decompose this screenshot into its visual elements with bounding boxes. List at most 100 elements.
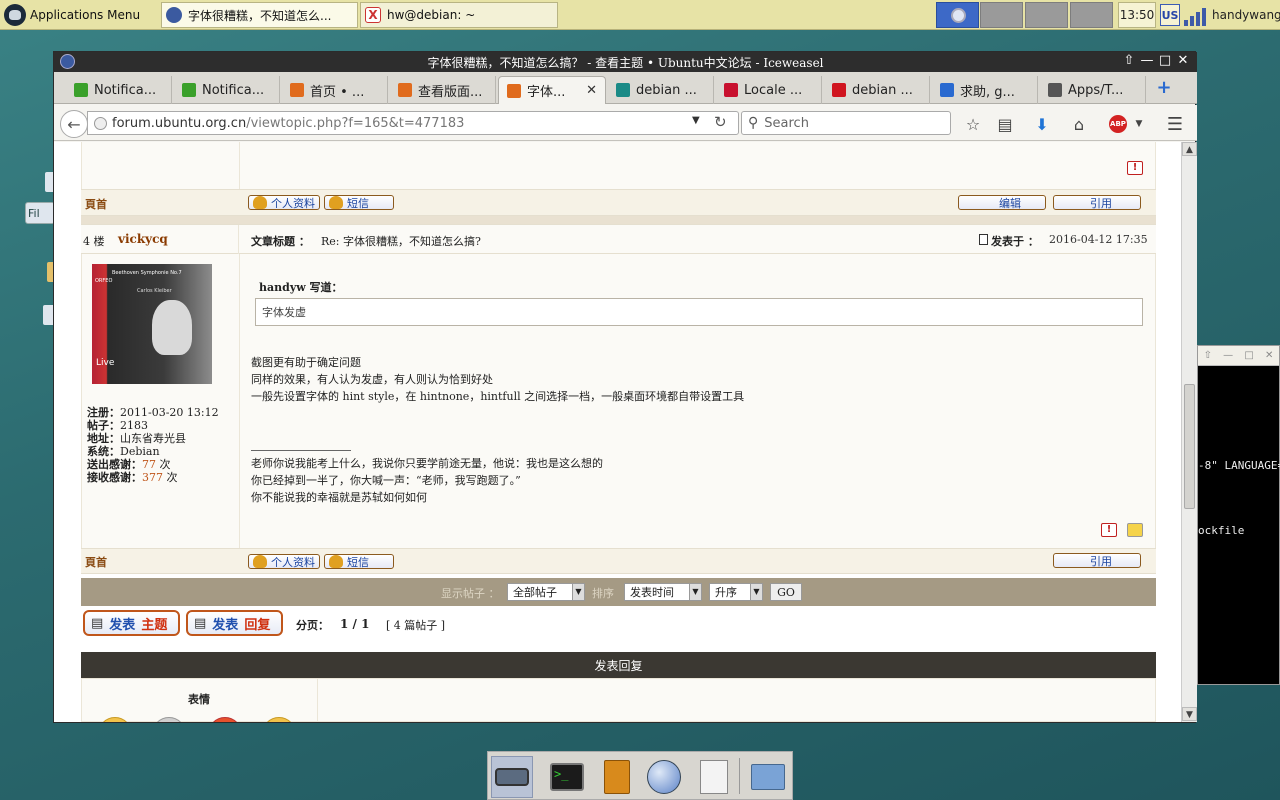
search-field[interactable]: ⚲ Search [741,111,951,135]
network-signal-icon[interactable] [1184,4,1208,26]
edit-button[interactable]: 编辑 [958,195,1046,210]
tab-favicon-icon [398,83,412,97]
user-name[interactable]: handywang [1212,2,1280,28]
reading-list-icon[interactable]: ▤ [994,113,1016,135]
quote-button[interactable]: 引用 [1053,195,1141,210]
profile-button[interactable]: 个人资料 [248,195,320,210]
quote-button[interactable]: 引用 [1053,553,1141,568]
terminal-titlebar[interactable]: ⇧ — □ ✕ [1198,346,1279,366]
show-posts-label: 显示帖子 ： [441,587,500,600]
tab-forum-board[interactable]: 查看版面... [390,76,496,104]
post-footer: 頁首 个人资料 短信 编辑 引用 [81,189,1156,216]
maximize-icon[interactable]: □ [1244,350,1253,361]
post-author[interactable]: vickycq [118,232,168,246]
smiley-icon[interactable] [98,717,132,722]
tab-apps[interactable]: Apps/T... [1040,76,1146,104]
new-tab-button[interactable]: + [1154,78,1174,98]
window-close-icon[interactable]: ✕ [1174,53,1192,68]
post-reply-button[interactable]: ▤ 发表 回复 [186,610,283,636]
desktop-icon-label: Fil [28,207,40,220]
smiley-icon[interactable] [262,717,296,722]
pm-button[interactable]: 短信 [324,195,394,210]
reload-icon[interactable]: ↻ [714,113,727,131]
workspace-4[interactable] [1070,2,1113,28]
terminal-window[interactable]: ⇧ — □ ✕ -8" LANGUAGE= ockfile [1197,345,1280,685]
show-desktop-button[interactable] [491,756,533,798]
message-line: 同样的效果，有人认为发虚，有人则认为恰到好处 [251,373,493,386]
tab-label: Apps/T... [1068,82,1124,98]
desktop-file-icon[interactable]: Fil [25,202,55,224]
workspace-2[interactable] [980,2,1023,28]
page-scrollbar[interactable]: ▲ ▼ [1181,142,1197,722]
new-topic-button[interactable]: ▤ 发表 主题 [83,610,180,636]
up-arrow-icon[interactable]: ⇧ [1204,350,1212,361]
tab-debian-2[interactable]: debian ... [824,76,930,104]
site-info-icon[interactable] [94,117,107,130]
thanks-icon[interactable] [1127,523,1143,537]
tab-current-topic[interactable]: 字体... ✕ [498,76,606,104]
downloads-icon[interactable]: ⬇ [1031,113,1053,135]
adblock-icon[interactable]: ABP [1107,113,1129,135]
go-button[interactable]: GO [770,583,802,601]
tab-label: Notifica... [94,82,157,98]
tab-help[interactable]: 求助, g... [932,76,1038,104]
scroll-down-icon[interactable]: ▼ [1182,707,1197,721]
post-date: 2016-04-12 17:35 [1049,233,1148,246]
terminal-launcher[interactable]: >_ [546,756,588,798]
report-icon[interactable]: ! [1127,161,1143,175]
info-row: 注册：2011-03-20 13:12 [87,406,219,419]
tab-debian-1[interactable]: debian ... [608,76,714,104]
menu-icon[interactable]: ☰ [1164,113,1186,135]
url-bar[interactable]: forum.ubuntu.org.cn/viewtopic.php?f=165&… [87,111,739,135]
back-button[interactable]: ← [60,110,88,138]
thanks-given-link[interactable]: 77 [142,458,156,471]
subject-label: 文章标题 ： [251,235,310,248]
tab-forum-home[interactable]: 首页 • ... [282,76,388,104]
scrollbar-thumb[interactable] [1184,384,1195,509]
info-value: 2183 [120,419,148,432]
bookmark-star-icon[interactable]: ☆ [962,113,984,135]
window-minimize-icon[interactable]: — [1138,53,1156,68]
search-launcher[interactable] [693,756,735,798]
home-icon[interactable]: ⌂ [1068,113,1090,135]
back-to-top-link[interactable]: 頁首 [85,196,107,212]
sort-select[interactable]: 发表时间 ▼ [624,583,702,601]
url-history-dropdown-icon[interactable]: ▼ [692,115,700,126]
smiley-icon[interactable] [152,717,186,722]
folder-launcher[interactable] [747,756,789,798]
close-tab-icon[interactable]: ✕ [586,83,597,98]
tab-locale[interactable]: Locale ... [716,76,822,104]
scroll-up-icon[interactable]: ▲ [1182,142,1197,156]
window-titlebar[interactable]: 字体很糟糕，不知道怎么搞？ - 查看主题 • Ubuntu中文论坛 - Icew… [54,52,1197,72]
taskbar-item-terminal[interactable]: X hw@debian: ~ [360,2,558,28]
message-line: 一般先设置字体的 hint style，在 hintnone，hintfull … [251,390,745,403]
window-maximize-icon[interactable]: □ [1156,53,1174,68]
web-browser-launcher[interactable] [643,756,685,798]
applications-menu-button[interactable]: Applications Menu [0,2,160,28]
keyboard-layout[interactable]: US [1160,4,1180,26]
workspace-1[interactable] [936,2,979,28]
tab-label: 首页 • ... [310,84,365,100]
order-select[interactable]: 升序 ▼ [709,583,763,601]
pm-button[interactable]: 短信 [324,554,394,569]
report-icon[interactable]: ! [1101,523,1117,537]
post-icon[interactable] [979,234,988,245]
minimize-icon[interactable]: — [1223,350,1233,361]
tab-notifications-2[interactable]: Notifica... [174,76,280,104]
user-avatar[interactable]: Beethoven Symphonie No.7 Carlos Kleiber … [92,264,212,384]
back-to-top-link[interactable]: 頁首 [85,554,107,570]
tab-favicon-icon [832,83,846,97]
adblock-dropdown-icon[interactable]: ▼ [1128,113,1150,135]
show-posts-select[interactable]: 全部帖子 ▼ [507,583,585,601]
workspace-3[interactable] [1025,2,1068,28]
thanks-received-link[interactable]: 377 [142,471,163,484]
desktop-icon [495,768,529,786]
smiley-icon[interactable] [208,717,242,722]
file-manager-launcher[interactable] [596,756,638,798]
close-icon[interactable]: ✕ [1265,350,1273,361]
profile-button[interactable]: 个人资料 [248,554,320,569]
clock[interactable]: 13:50 [1118,2,1156,28]
window-up-icon[interactable]: ⇧ [1120,53,1138,68]
taskbar-item-browser[interactable]: 字体很糟糕，不知道怎么... [161,2,358,28]
tab-notifications-1[interactable]: Notifica... [66,76,172,104]
